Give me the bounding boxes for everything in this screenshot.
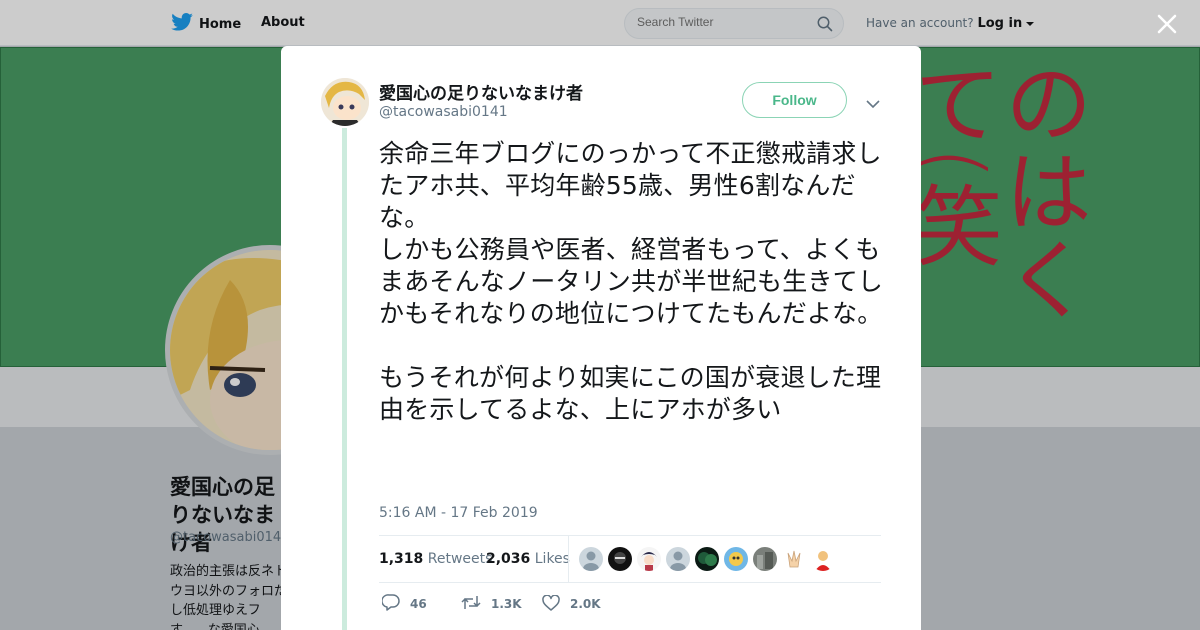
tweet-actions: 46 1.3K 2.0K	[381, 594, 601, 614]
reply-icon	[381, 594, 400, 614]
like-button[interactable]: 2.0K	[542, 594, 601, 614]
likes-count: 2,036	[486, 551, 531, 567]
liker-avatar[interactable]	[666, 547, 690, 571]
tweet-modal: 愛国心の足りないなまけ者 @tacowasabi0141 Follow 余命三年…	[281, 46, 921, 630]
reply-button[interactable]: 46	[381, 594, 461, 614]
liker-avatar[interactable]	[637, 547, 661, 571]
retweets-stat[interactable]: 1,318 Retweets	[379, 551, 492, 567]
liker-avatar[interactable]	[608, 547, 632, 571]
liker-avatar[interactable]	[753, 547, 777, 571]
retweet-count: 1.3K	[491, 597, 522, 611]
liker-avatar[interactable]	[724, 547, 748, 571]
liker-avatar[interactable]	[782, 547, 806, 571]
liker-avatars	[579, 547, 835, 571]
retweet-icon	[461, 595, 481, 613]
chevron-down-icon[interactable]	[866, 94, 880, 113]
liker-avatar[interactable]	[811, 547, 835, 571]
like-count: 2.0K	[570, 597, 601, 611]
follow-button[interactable]: Follow	[742, 82, 847, 118]
retweets-count: 1,318	[379, 551, 424, 567]
retweet-button[interactable]: 1.3K	[461, 595, 542, 613]
tweet-text: 余命三年ブログにのっかって不正懲戒請求したアホ共、平均年齢55歳、男性6割なんだ…	[379, 139, 884, 424]
liker-avatar[interactable]	[579, 547, 603, 571]
author-avatar[interactable]	[321, 78, 369, 126]
close-icon[interactable]	[1155, 12, 1179, 36]
stats-divider	[568, 536, 569, 582]
reply-count: 46	[410, 597, 427, 611]
likes-stat[interactable]: 2,036 Likes	[486, 551, 570, 567]
heart-icon	[542, 594, 560, 614]
retweets-label: Retweets	[427, 551, 493, 567]
author-name[interactable]: 愛国心の足りないなまけ者	[379, 79, 583, 104]
tweet-stats: 1,318 Retweets 2,036 Likes	[379, 535, 881, 583]
likes-label: Likes	[534, 551, 570, 567]
thread-line	[342, 128, 347, 630]
author-handle[interactable]: @tacowasabi0141	[379, 104, 508, 120]
liker-avatar[interactable]	[695, 547, 719, 571]
tweet-timestamp[interactable]: 5:16 AM - 17 Feb 2019	[379, 505, 538, 521]
